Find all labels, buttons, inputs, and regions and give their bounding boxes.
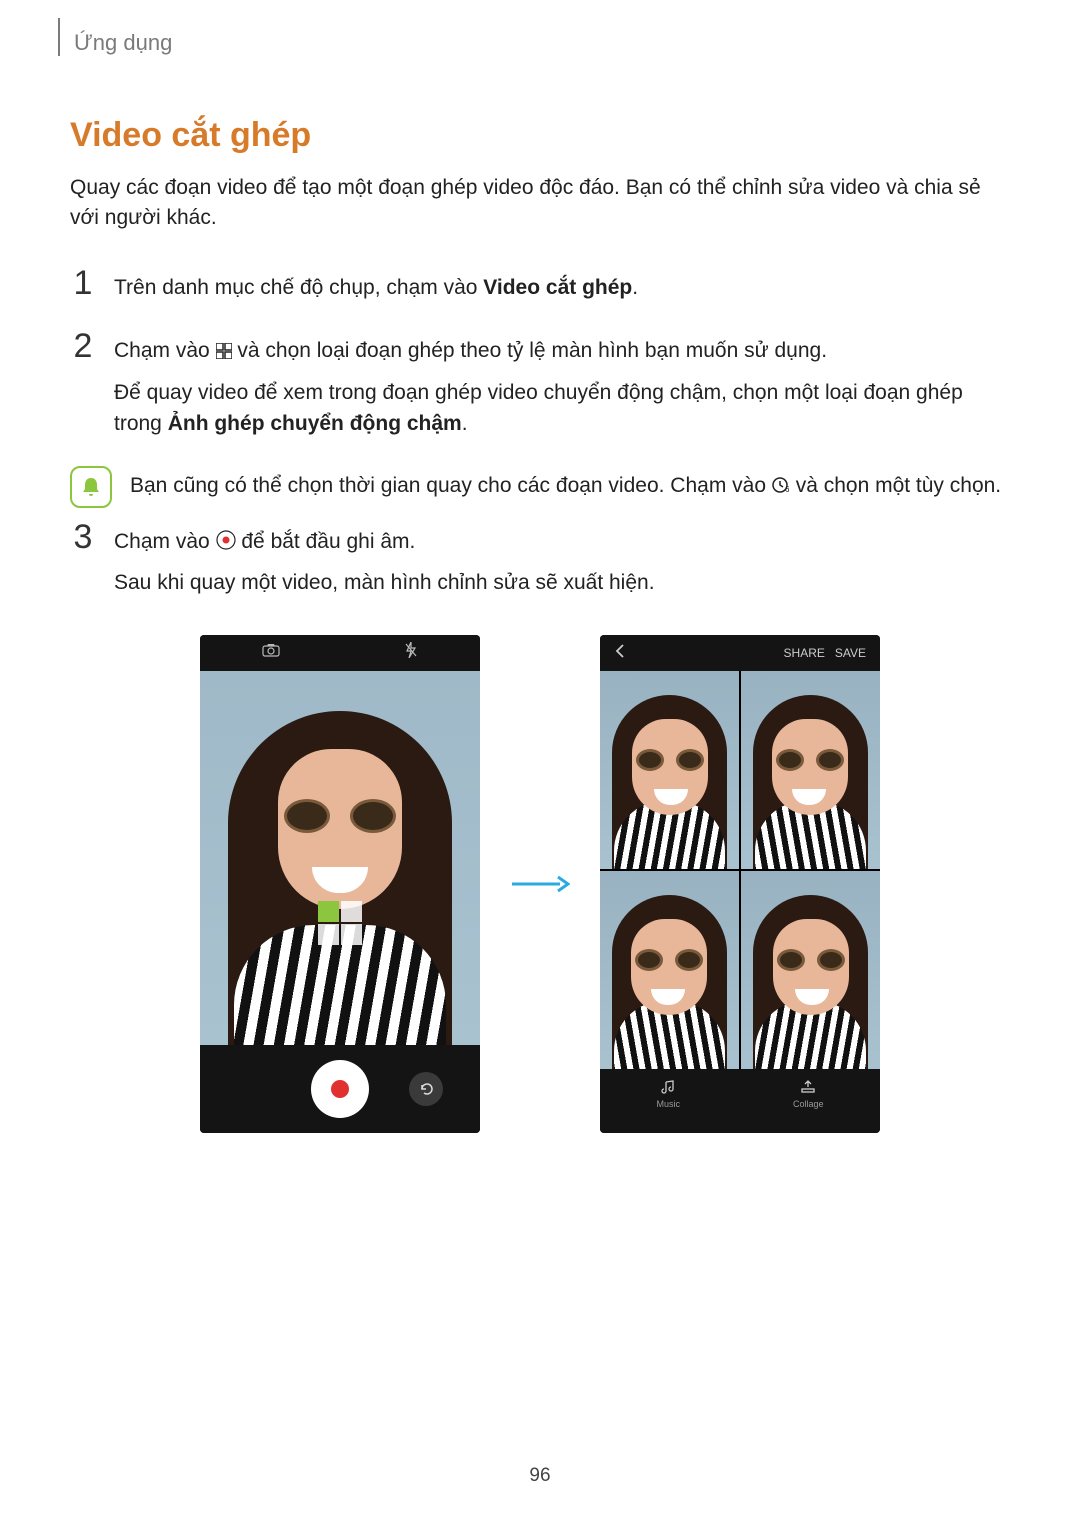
step-number: 3 [70, 520, 96, 607]
step-1: 1 Trên danh mục chế độ chụp, chạm vào Vi… [70, 266, 1010, 312]
collage-cell-2 [741, 671, 880, 869]
arrow-right-icon [510, 874, 570, 894]
step-3-line-1: Chạm vào để bắt đầu ghi âm. [114, 526, 655, 560]
music-label: Music [656, 1099, 680, 1109]
chapter-label: Ứng dụng [74, 30, 172, 56]
step-2-line-2: Để quay video để xem trong đoạn ghép vid… [114, 377, 1010, 440]
step-1-text: Trên danh mục chế độ chụp, chạm vào Vide… [114, 272, 638, 304]
switch-camera-icon [262, 643, 280, 662]
collage-cell-4 [741, 871, 880, 1069]
back-icon[interactable] [614, 644, 626, 661]
record-button[interactable] [311, 1060, 369, 1118]
undo-button[interactable] [409, 1072, 443, 1106]
step-3: 3 Chạm vào để bắt đầu ghi âm. Sau khi qu… [70, 520, 1010, 607]
step-3-line-2: Sau khi quay một video, màn hình chỉnh s… [114, 567, 655, 599]
bell-icon [70, 466, 112, 508]
collage-tab[interactable]: Collage [793, 1079, 824, 1109]
chapter-divider [58, 18, 60, 56]
photo-preview [200, 671, 480, 1045]
collage-grid-icon [216, 337, 232, 369]
figure-row: SHARE SAVE Music Collage [70, 635, 1010, 1133]
phone-screenshot-editor: SHARE SAVE Music Collage [600, 635, 880, 1133]
step-number: 1 [70, 266, 96, 312]
save-button[interactable]: SAVE [835, 646, 866, 660]
intro-text: Quay các đoạn video để tạo một đoạn ghép… [70, 173, 1010, 234]
page-number: 96 [0, 1465, 1080, 1487]
flash-off-icon [404, 642, 418, 663]
collage-layout-indicator [318, 901, 362, 945]
collage-cell-3 [600, 871, 739, 1069]
step-number: 2 [70, 329, 96, 448]
music-tab[interactable]: Music [656, 1079, 680, 1109]
step-2-line-1: Chạm vào và chọn loại đoạn ghép theo tỷ … [114, 335, 1010, 369]
collage-label: Collage [793, 1099, 824, 1109]
tip-box: Bạn cũng có thể chọn thời gian quay cho … [70, 466, 1010, 508]
record-button-icon [216, 528, 236, 560]
share-button[interactable]: SHARE [784, 646, 825, 660]
step-2: 2 Chạm vào và chọn loại đoạn ghép theo t… [70, 329, 1010, 448]
clock-duration-icon: 6 [772, 472, 790, 504]
collage-cell-1 [600, 671, 739, 869]
tip-text: Bạn cũng có thể chọn thời gian quay cho … [130, 466, 1001, 508]
page-title: Video cắt ghép [70, 116, 1010, 155]
phone-screenshot-camera [200, 635, 480, 1133]
